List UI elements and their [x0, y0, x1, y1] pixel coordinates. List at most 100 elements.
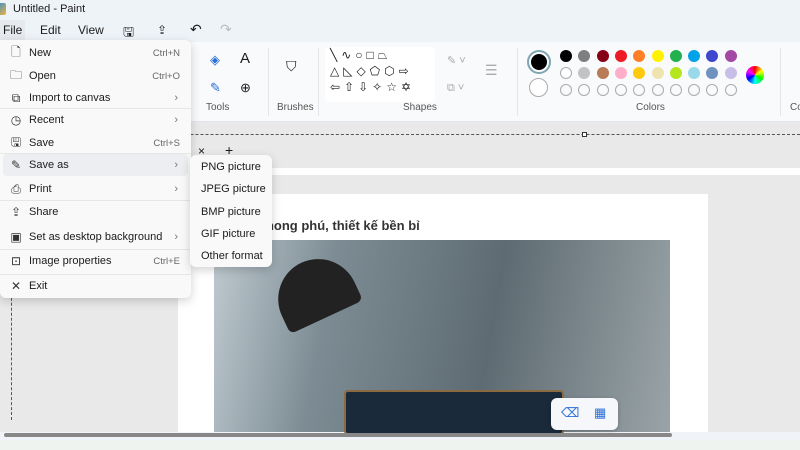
- horizontal-scrollbar[interactable]: [4, 433, 672, 437]
- shortcut-label: Ctrl+N: [152, 47, 180, 59]
- chevron-right-icon: ›: [174, 114, 178, 126]
- file-menu-item-share[interactable]: ⇪ Share: [3, 201, 188, 223]
- edit-colors-icon[interactable]: [746, 66, 764, 84]
- folder-icon: 🗀: [9, 67, 22, 82]
- brush-icon[interactable]: ⛉: [286, 58, 297, 75]
- file-menu-item-image-properties[interactable]: ⊡ Image properties Ctrl+E: [3, 250, 188, 272]
- chevron-right-icon: ›: [174, 92, 178, 104]
- canvas-text: phong phú, thiết kế bền bỉ: [258, 218, 420, 233]
- shortcut-label: Ctrl+E: [153, 255, 180, 267]
- resize-handle[interactable]: [582, 132, 587, 137]
- color-swatch[interactable]: [560, 67, 572, 79]
- color-swatch[interactable]: [614, 67, 627, 79]
- close-icon: ✕: [10, 279, 22, 293]
- menu-item-label: Recent: [29, 114, 64, 126]
- undo-icon[interactable]: ↶: [190, 21, 202, 38]
- status-bar: [0, 440, 800, 450]
- custom-color-slot[interactable]: [560, 84, 572, 96]
- file-menu-item-save[interactable]: 🖫 Save Ctrl+S: [3, 132, 188, 154]
- file-menu-item-import-to-canvas[interactable]: ⧉ Import to canvas ›: [3, 87, 188, 109]
- save-as-submenu: PNG picture JPEG picture BMP picture GIF pi…: [190, 155, 272, 267]
- new-file-icon: 🗋: [11, 44, 21, 59]
- color-swatch[interactable]: [706, 50, 719, 62]
- color-swatch[interactable]: [578, 67, 591, 79]
- shortcut-label: Ctrl+O: [152, 70, 180, 82]
- file-menu-item-new[interactable]: 🗋 New Ctrl+N: [3, 42, 188, 64]
- color-swatch[interactable]: [688, 67, 701, 79]
- outline-icon[interactable]: ✎ ˅: [447, 54, 466, 67]
- custom-color-slot[interactable]: [688, 84, 701, 96]
- color-swatch[interactable]: [669, 67, 682, 79]
- file-menu-item-open[interactable]: 🗀 Open Ctrl+O: [3, 65, 188, 87]
- save-as-gif[interactable]: GIF picture: [201, 228, 255, 240]
- colors-label: Colors: [636, 102, 665, 113]
- custom-color-slot[interactable]: [724, 84, 737, 96]
- file-menu-item-exit[interactable]: ✕ Exit: [3, 275, 188, 297]
- color-swatch[interactable]: [688, 50, 701, 62]
- menu-item-label: Import to canvas: [29, 92, 111, 104]
- redo-icon[interactable]: ↷: [220, 21, 232, 38]
- image-properties-icon: ⊡: [10, 254, 22, 268]
- menu-item-label: Share: [29, 206, 59, 218]
- color-swatch[interactable]: [724, 50, 737, 62]
- shape-fill-icon[interactable]: ⧉ ˅: [447, 82, 464, 95]
- fill-icon[interactable]: ◈: [210, 52, 220, 68]
- save-as-other[interactable]: Other format: [201, 250, 263, 262]
- edit-menu-button[interactable]: Edit: [40, 23, 61, 37]
- menu-item-label: Exit: [29, 280, 48, 292]
- share-icon[interactable]: ⇪: [157, 23, 167, 37]
- color-swatch[interactable]: [560, 50, 572, 62]
- shapes-gallery[interactable]: ╲∿○□⏢ △◺◇⬠⬡⇨ ⇦⇧⇩✧☆✡: [325, 47, 435, 102]
- color-swatch[interactable]: [614, 50, 627, 62]
- crop-icon[interactable]: ▦: [594, 405, 606, 421]
- secondary-color[interactable]: [529, 78, 548, 97]
- custom-color-slot[interactable]: [651, 84, 664, 96]
- color-picker-icon[interactable]: ✎: [210, 80, 221, 96]
- primary-color[interactable]: [527, 50, 551, 74]
- color-swatch[interactable]: [724, 67, 737, 79]
- save-icon: 🖫: [10, 134, 22, 149]
- floating-toolbar: ⌫ ▦: [551, 398, 618, 430]
- view-menu-button[interactable]: View: [78, 23, 104, 37]
- file-menu-item-print[interactable]: ⎙ Print ›: [3, 178, 188, 200]
- menu-item-label: Open: [29, 70, 56, 82]
- save-as-bmp[interactable]: BMP picture: [201, 206, 261, 218]
- brushes-label: Brushes: [277, 102, 314, 113]
- color-swatch[interactable]: [596, 67, 609, 79]
- size-icon[interactable]: ☰: [485, 62, 498, 79]
- file-menu-item-set-as-desktop-background[interactable]: ▣ Set as desktop background ›: [3, 226, 188, 248]
- text-icon[interactable]: A: [240, 50, 250, 67]
- magnifier-icon[interactable]: ⊕: [240, 80, 251, 96]
- color-swatch[interactable]: [651, 50, 664, 62]
- color-swatch[interactable]: [633, 50, 646, 62]
- print-icon: ⎙: [11, 181, 21, 196]
- file-menu: 🗋 New Ctrl+N 🗀 Open Ctrl+O ⧉ Import to canvas › ◷…: [0, 40, 191, 298]
- paint-logo-icon: [0, 3, 6, 15]
- file-menu-button[interactable]: File: [0, 20, 25, 40]
- title-bar: Untitled - Paint: [0, 0, 800, 20]
- custom-color-slot[interactable]: [706, 84, 719, 96]
- color-swatch[interactable]: [669, 50, 682, 62]
- color-swatch[interactable]: [651, 67, 664, 79]
- color-swatch[interactable]: [578, 50, 591, 62]
- window-title: Untitled - Paint: [13, 3, 86, 15]
- shapes-label: Shapes: [403, 102, 437, 113]
- remove-background-icon[interactable]: ⌫: [561, 405, 579, 421]
- custom-color-slot[interactable]: [578, 84, 591, 96]
- file-menu-item-recent[interactable]: ◷ Recent ›: [3, 109, 188, 131]
- color-swatch[interactable]: [633, 67, 646, 79]
- chevron-right-icon: ›: [174, 231, 178, 243]
- save-as-jpeg[interactable]: JPEG picture: [201, 183, 266, 195]
- color-swatch[interactable]: [706, 67, 719, 79]
- menu-item-label: Save as: [29, 159, 69, 171]
- desktop-icon: ▣: [10, 230, 22, 244]
- custom-color-slot[interactable]: [596, 84, 609, 96]
- save-as-png[interactable]: PNG picture: [201, 161, 261, 173]
- menu-item-label: Save: [29, 137, 55, 149]
- clock-icon: ◷: [10, 113, 22, 127]
- custom-color-slot[interactable]: [633, 84, 646, 96]
- color-swatch[interactable]: [596, 50, 609, 62]
- file-menu-item-save-as[interactable]: ✎ Save as ›: [3, 154, 188, 176]
- custom-color-slot[interactable]: [614, 84, 627, 96]
- custom-color-slot[interactable]: [669, 84, 682, 96]
